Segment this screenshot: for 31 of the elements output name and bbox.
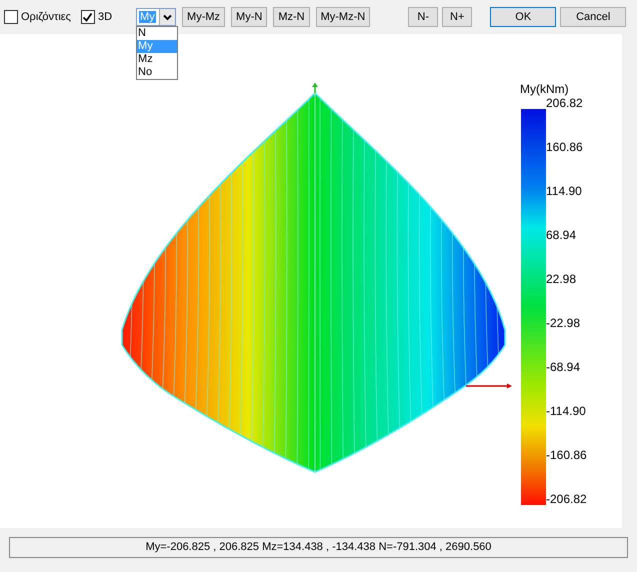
axial-force-button[interactable]: N- xyxy=(408,7,438,27)
legend-tick-label: 114.90 xyxy=(546,184,582,198)
legend-title: My(kNm) xyxy=(520,82,569,96)
axial-force-button[interactable]: N+ xyxy=(442,7,472,27)
legend-tick-label: -206.82 xyxy=(546,492,587,506)
axis-arrow xyxy=(466,384,512,388)
chevron-down-icon xyxy=(163,14,172,20)
legend-tick-label: -160.86 xyxy=(546,448,587,462)
dialog-button[interactable]: Cancel xyxy=(560,7,626,27)
checkbox-label[interactable]: 3D xyxy=(98,11,112,23)
legend-tick-label: -22.98 xyxy=(546,316,580,330)
dropdown-option[interactable]: Mz xyxy=(137,53,178,66)
legend-tick-label: 22.98 xyxy=(546,272,576,286)
check-icon xyxy=(82,12,94,22)
legend-tick-label: 68.94 xyxy=(546,228,576,242)
checkbox[interactable] xyxy=(80,10,95,24)
view-button[interactable]: My-Mz xyxy=(182,7,226,27)
legend-tick-label: 206.82 xyxy=(546,96,583,110)
dropdown-option[interactable]: N xyxy=(137,27,178,40)
status-bar: My=-206.825 , 206.825 Mz=134.438 , -134.438 N=-791.304 , 2690.560 xyxy=(9,537,628,558)
legend-tick-label: -68.94 xyxy=(546,360,580,374)
legend-tick-label: 160.86 xyxy=(546,140,583,154)
view-button[interactable]: Mz-N xyxy=(273,7,310,27)
checkbox-label[interactable]: Οριζόντιες xyxy=(21,11,71,23)
vertical-axis-marker-icon xyxy=(312,83,318,93)
view-button[interactable]: My-Mz-N xyxy=(316,7,370,27)
dropdown-option[interactable]: No xyxy=(137,66,178,79)
dialog-button[interactable]: OK xyxy=(490,7,556,27)
checkbox[interactable] xyxy=(4,10,18,24)
view-button[interactable]: My-N xyxy=(231,7,268,27)
legend-tick-label: -114.90 xyxy=(546,404,586,418)
